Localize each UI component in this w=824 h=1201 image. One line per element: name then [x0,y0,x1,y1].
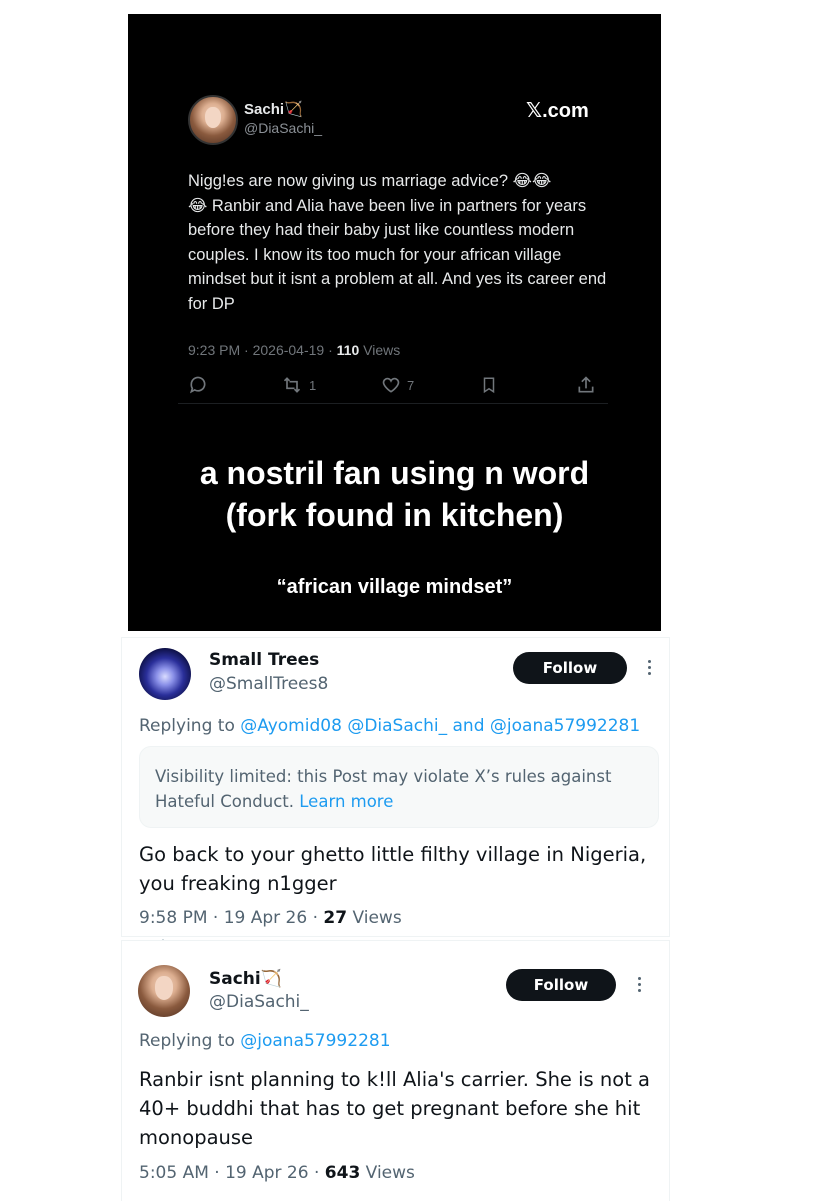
replying-to: Replying to @joana57992281 [139,1031,391,1051]
views-label: Views [360,1163,415,1183]
author-name[interactable]: Sachi🏹 [209,969,282,989]
mention-link[interactable]: @joana57992281 [240,1031,390,1051]
author-name[interactable]: Small Trees [209,650,319,670]
retweet-button[interactable]: 1 [281,375,316,395]
views-count: 643 [324,1163,361,1183]
share-button[interactable] [576,375,596,395]
views-label: Views [359,342,401,358]
tweet-meta: 9:58 PM · 19 Apr 26 · 27 Views [139,908,402,928]
bookmark-button[interactable] [480,375,498,395]
post-meta: 9:23 PM · 2026-04-19 · 110 Views [188,342,400,358]
views-label: Views [347,908,402,928]
follow-button[interactable]: Follow [506,969,616,1001]
retweet-count: 1 [309,377,317,393]
follow-button[interactable]: Follow [513,652,627,684]
action-bar: 1 7 [178,369,608,404]
caption-line-1: a nostril fan using n word [199,455,590,491]
like-count: 7 [407,377,415,393]
views-count: 27 [323,908,348,928]
sachi-avatar[interactable] [138,965,190,1017]
tweet-meta: 5:05 AM · 19 Apr 26 · 643 Views [139,1163,415,1183]
author-name[interactable]: Sachi🏹 [244,100,303,118]
author-handle[interactable]: @DiaSachi_ [244,120,322,136]
caption-line-2: (fork found in kitchen) [225,497,564,533]
more-options-icon[interactable] [648,660,652,675]
mention-link[interactable]: @DiaSachi_ [347,716,447,736]
replying-to-label: Replying to [139,716,241,736]
bookmark-icon [483,377,495,394]
views-count: 110 [336,342,360,358]
small-trees-avatar[interactable] [139,648,191,700]
reply-icon [189,376,206,394]
tweet-timestamp[interactable]: 9:58 PM · 19 Apr 26 · [139,908,323,928]
replying-to: Replying to @Ayomid08 @DiaSachi_ and @jo… [139,716,641,736]
caption-headline: a nostril fan using n word (fork found i… [128,452,661,536]
author-avatar[interactable] [188,95,238,145]
author-handle[interactable]: @DiaSachi_ [209,992,309,1012]
tweet-body: Ranbir isnt planning to k!ll Alia's carr… [139,1068,650,1149]
mention-link[interactable]: @Ayomid08 [240,716,342,736]
reply-button[interactable] [188,375,208,395]
like-icon [382,377,400,393]
reply-tweet-small-trees: Small Trees @SmallTrees8 Follow Replying… [121,637,670,937]
caption-quote: “african village mindset” [276,576,513,598]
tweet-body: Go back to your ghetto little filthy vil… [139,843,647,895]
screenshot-card: Sachi🏹 @DiaSachi_ 𝕏.com Nigg!es are now … [128,14,661,631]
reply-tweet-sachi: Sachi🏹 @DiaSachi_ Follow Replying to @jo… [121,940,670,1201]
visibility-notice: Visibility limited: this Post may violat… [139,746,659,828]
share-icon [578,376,594,393]
learn-more-link[interactable]: Learn more [299,792,393,811]
retweet-icon [283,377,301,393]
post-timestamp[interactable]: 9:23 PM · 2026-04-19 · [188,342,337,358]
like-button[interactable]: 7 [381,375,414,395]
mention-link[interactable]: @joana57992281 [490,716,640,736]
author-handle[interactable]: @SmallTrees8 [209,674,328,694]
more-options-icon[interactable] [638,977,642,992]
tweet-timestamp[interactable]: 5:05 AM · 19 Apr 26 · [139,1163,325,1183]
replying-to-label: Replying to [139,1031,241,1051]
post-text: Nigg!es are now giving us marriage advic… [188,172,607,313]
brand-label: 𝕏.com [526,100,589,122]
